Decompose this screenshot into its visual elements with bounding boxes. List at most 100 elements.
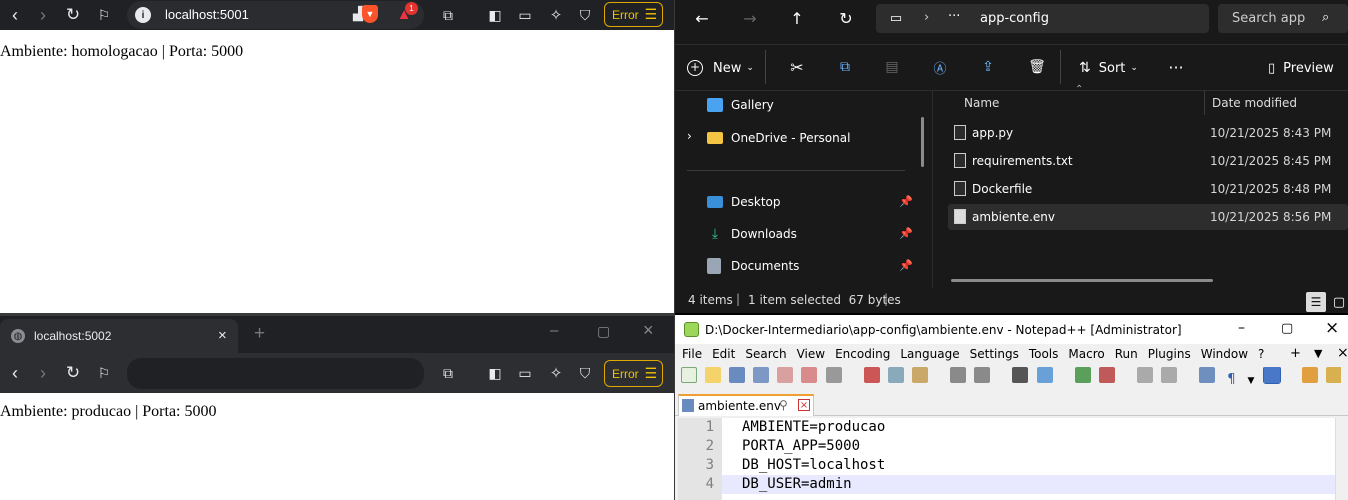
- code-line[interactable]: DB_USER=admin: [742, 476, 852, 492]
- nav-item-onedrive[interactable]: OneDrive - Personal: [707, 124, 850, 152]
- copy-icon[interactable]: ⧉: [835, 58, 855, 76]
- more-options-icon[interactable]: ···: [1165, 57, 1187, 77]
- copy-icon[interactable]: [887, 367, 904, 383]
- forward-icon[interactable]: ›: [31, 3, 55, 27]
- file-row[interactable]: app.py 10/21/2025 8:43 PM: [948, 120, 1348, 146]
- open-file-icon[interactable]: [705, 367, 722, 383]
- address-bar[interactable]: i localhost:5001: [127, 1, 424, 29]
- search-icon[interactable]: ⌕: [1322, 10, 1329, 25]
- maximize-icon[interactable]: ▢: [597, 323, 610, 340]
- menu-language[interactable]: Language: [900, 347, 959, 365]
- menu-run[interactable]: Run: [1115, 347, 1138, 365]
- editor-area[interactable]: 1 AMBIENTE=producao 2 PORTA_APP=5000 3 D…: [678, 418, 1335, 500]
- print-icon[interactable]: [825, 367, 842, 383]
- minimize-icon[interactable]: –: [550, 322, 558, 339]
- forward-arrow-icon[interactable]: →: [739, 8, 761, 28]
- error-button[interactable]: Error ☰: [604, 360, 663, 387]
- maximize-icon[interactable]: ▢: [1281, 321, 1293, 336]
- document-tab[interactable]: ambiente.env ⚲ ×: [678, 394, 814, 416]
- pin-icon[interactable]: 📌: [899, 195, 913, 208]
- menu-search[interactable]: Search: [745, 347, 786, 365]
- refresh-icon[interactable]: ↻: [835, 8, 857, 28]
- tiles-view-icon[interactable]: ▢: [1330, 292, 1348, 312]
- menu-tools[interactable]: Tools: [1029, 347, 1059, 365]
- menu-plugins[interactable]: Plugins: [1148, 347, 1191, 365]
- bookmark-icon[interactable]: ⚐: [92, 3, 116, 27]
- back-arrow-icon[interactable]: ←: [691, 8, 713, 28]
- sync-vertical-icon[interactable]: [1136, 367, 1153, 383]
- menu-settings[interactable]: Settings: [970, 347, 1019, 365]
- file-row[interactable]: Dockerfile 10/21/2025 8:48 PM: [948, 176, 1348, 202]
- vertical-scrollbar[interactable]: [1335, 418, 1348, 500]
- code-line[interactable]: PORTA_APP=5000: [742, 438, 860, 454]
- back-icon[interactable]: ‹: [3, 3, 27, 27]
- sidebar-icon[interactable]: ◧: [483, 3, 507, 27]
- nav-item-gallery[interactable]: Gallery: [707, 91, 774, 119]
- find-icon[interactable]: [1012, 367, 1029, 383]
- share-icon[interactable]: ⇪: [978, 58, 998, 76]
- sync-horizontal-icon[interactable]: [1161, 367, 1178, 383]
- forward-icon[interactable]: ›: [31, 361, 55, 385]
- breadcrumb-current[interactable]: app-config: [980, 11, 1049, 26]
- paste-icon[interactable]: ▤: [882, 58, 902, 76]
- new-button[interactable]: + New ⌄: [687, 57, 754, 79]
- menu-window[interactable]: Window: [1201, 347, 1248, 365]
- nav-item-downloads[interactable]: ⤓ Downloads: [707, 220, 797, 248]
- pin-icon[interactable]: ⚲: [779, 398, 788, 412]
- dropdown-icon[interactable]: ▼: [1247, 376, 1255, 387]
- close-doc-icon[interactable]: ×: [1337, 345, 1348, 361]
- up-arrow-icon[interactable]: ↑: [786, 8, 808, 28]
- replace-icon[interactable]: [1036, 367, 1053, 383]
- sort-button[interactable]: ⇅ Sort ⌄: [1079, 57, 1138, 79]
- menu-edit[interactable]: Edit: [712, 347, 735, 365]
- add-icon[interactable]: +: [1290, 346, 1301, 361]
- zoom-out-icon[interactable]: [1098, 367, 1115, 383]
- close-window-icon[interactable]: ×: [1325, 318, 1339, 338]
- search-box[interactable]: Search app ⌕: [1218, 4, 1348, 33]
- bookmark-icon[interactable]: ⚐: [92, 361, 116, 385]
- screenshot-icon[interactable]: ⧉: [436, 3, 460, 27]
- file-row[interactable]: requirements.txt 10/21/2025 8:45 PM: [948, 148, 1348, 174]
- indent-guide-icon[interactable]: [1262, 367, 1281, 384]
- paste-icon[interactable]: [911, 367, 928, 383]
- save-all-icon[interactable]: [753, 367, 770, 383]
- error-button[interactable]: Error ☰: [604, 2, 663, 27]
- column-divider[interactable]: [1204, 90, 1205, 115]
- doc-map-icon[interactable]: [1301, 367, 1318, 383]
- code-line[interactable]: DB_HOST=localhost: [742, 457, 885, 473]
- close-tab-icon[interactable]: ×: [798, 399, 810, 411]
- expand-chevron-icon[interactable]: ›: [687, 129, 692, 143]
- leo-ai-icon[interactable]: ✧: [544, 361, 568, 385]
- close-window-icon[interactable]: ×: [643, 320, 654, 341]
- reload-icon[interactable]: ↻: [61, 3, 85, 27]
- wallet-icon[interactable]: ▭: [513, 361, 537, 385]
- save-icon[interactable]: [729, 367, 746, 383]
- sidebar-icon[interactable]: ◧: [483, 361, 507, 385]
- site-info-icon[interactable]: i: [135, 7, 151, 23]
- word-wrap-icon[interactable]: [1199, 367, 1216, 383]
- menu-macro[interactable]: Macro: [1068, 347, 1104, 365]
- cut-icon[interactable]: [863, 367, 880, 383]
- pin-icon[interactable]: 📌: [899, 227, 913, 240]
- wallet-icon[interactable]: ▭: [513, 3, 537, 27]
- tab-active[interactable]: ◍ localhost:5002 ×: [0, 319, 238, 353]
- code-line[interactable]: AMBIENTE=producao: [742, 419, 885, 435]
- rename-icon[interactable]: Ⓐ: [930, 58, 950, 77]
- nav-scrollbar[interactable]: [921, 117, 924, 167]
- zoom-in-icon[interactable]: [1074, 367, 1091, 383]
- menu-help[interactable]: ?: [1258, 347, 1264, 365]
- screenshot-icon[interactable]: ⧉: [436, 361, 460, 385]
- back-icon[interactable]: ‹: [3, 361, 27, 385]
- pin-icon[interactable]: 📌: [899, 259, 913, 272]
- close-all-icon[interactable]: [801, 367, 818, 383]
- minimize-icon[interactable]: –: [1238, 320, 1245, 336]
- leo-ai-icon[interactable]: ✧: [544, 3, 568, 27]
- menu-encoding[interactable]: Encoding: [835, 347, 890, 365]
- close-file-icon[interactable]: [777, 367, 794, 383]
- menu-file[interactable]: File: [682, 347, 702, 365]
- details-view-icon[interactable]: ☰: [1306, 292, 1326, 312]
- new-file-icon[interactable]: [681, 367, 697, 383]
- file-row-selected[interactable]: ambiente.env 10/21/2025 8:56 PM: [948, 204, 1348, 230]
- close-tab-icon[interactable]: ×: [218, 327, 227, 344]
- address-breadcrumb[interactable]: ▭ › ··· app-config: [876, 4, 1209, 33]
